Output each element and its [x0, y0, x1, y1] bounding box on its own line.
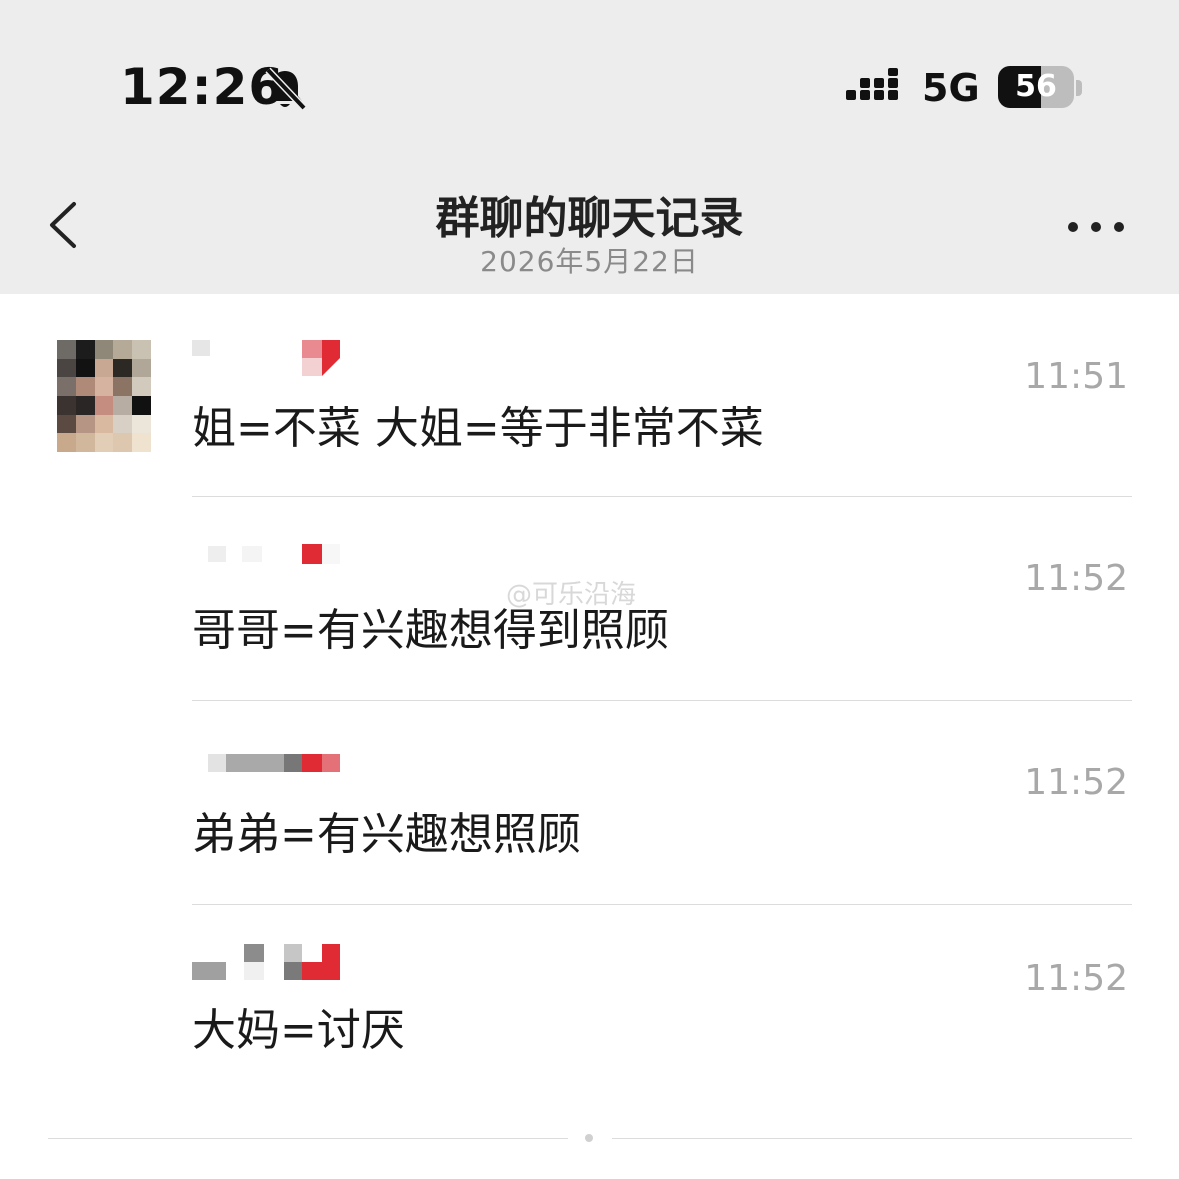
avatar-pixel: [57, 395, 76, 415]
avatar-pixel: [57, 340, 76, 359]
message-item: 11:52 大妈=讨厌: [192, 940, 1132, 1144]
avatar-pixel: [57, 358, 76, 378]
message-item: 11:52 弟弟=有兴趣想照顾: [192, 744, 1132, 948]
battery-percent: 56: [1015, 69, 1057, 104]
avatar-pixel: [57, 414, 76, 434]
status-time: 12:26: [120, 58, 285, 116]
message-text[interactable]: 弟弟=有兴趣想照顾: [192, 798, 581, 862]
avatar-pixel: [132, 377, 151, 396]
message-item: 11:51 姐=不菜 大姐=等于非常不菜: [192, 338, 1132, 542]
avatar-pixel: [113, 395, 133, 415]
sender-name-redacted: [192, 340, 340, 376]
avatar-pixel: [132, 414, 151, 434]
page-title: 群聊的聊天记录: [435, 193, 744, 244]
message-time: 11:52: [1024, 958, 1128, 999]
message-item: 11:52 哥哥=有兴趣想得到照顾: [192, 540, 1132, 744]
avatar-pixel: [94, 395, 114, 415]
avatar-pixel: [113, 358, 133, 378]
avatar-pixel: [113, 377, 133, 396]
avatar-pixel: [94, 358, 114, 378]
message-time: 11:52: [1024, 762, 1128, 803]
avatar-pixel: [94, 433, 114, 452]
avatar-pixel: [132, 433, 151, 452]
divider: [192, 700, 1132, 701]
avatar-pixel: [113, 340, 133, 359]
watermark: @可乐沿海: [506, 580, 637, 610]
avatar-pixel: [75, 358, 95, 378]
sender-name-redacted: [208, 544, 340, 564]
more-dots-icon[interactable]: [1064, 218, 1128, 236]
divider: [192, 904, 1132, 905]
signal-icon: [846, 68, 898, 100]
end-divider-right: [612, 1138, 1132, 1139]
chat-header: 群聊的聊天记录 2026年5月22日: [0, 160, 1179, 294]
message-time: 11:52: [1024, 558, 1128, 599]
sender-name-redacted: [208, 754, 340, 772]
page-subtitle-date: 2026年5月22日: [480, 245, 699, 278]
divider: [192, 496, 1132, 497]
avatar-pixel: [94, 377, 114, 396]
avatar-pixel: [57, 377, 76, 396]
end-divider-left: [48, 1138, 568, 1139]
avatar-pixel: [75, 377, 95, 396]
sender-name-redacted: [192, 944, 340, 980]
message-text[interactable]: 姐=不菜 大姐=等于非常不菜: [192, 392, 764, 456]
status-bar: 12:26 5G 56: [0, 0, 1179, 160]
avatar-pixel: [94, 414, 114, 434]
avatar-pixel: [57, 433, 76, 452]
battery-indicator: 56: [998, 66, 1074, 108]
battery-tip: [1076, 80, 1082, 96]
avatar-pixel: [94, 340, 114, 359]
network-label: 5G: [922, 66, 980, 110]
avatar-pixel: [113, 414, 133, 434]
avatar-pixel: [132, 395, 151, 415]
end-divider-dot: [585, 1134, 593, 1142]
avatar-pixel: [75, 340, 95, 359]
message-time: 11:51: [1024, 356, 1128, 397]
avatar-pixel: [75, 433, 95, 452]
avatar-pixel: [113, 433, 133, 452]
avatar[interactable]: [57, 340, 151, 452]
bell-muted-icon: [265, 67, 307, 111]
avatar-pixel: [132, 358, 151, 378]
avatar-pixel: [132, 340, 151, 359]
message-text[interactable]: 大妈=讨厌: [192, 994, 405, 1058]
avatar-pixel: [75, 414, 95, 434]
avatar-pixel: [75, 395, 95, 415]
